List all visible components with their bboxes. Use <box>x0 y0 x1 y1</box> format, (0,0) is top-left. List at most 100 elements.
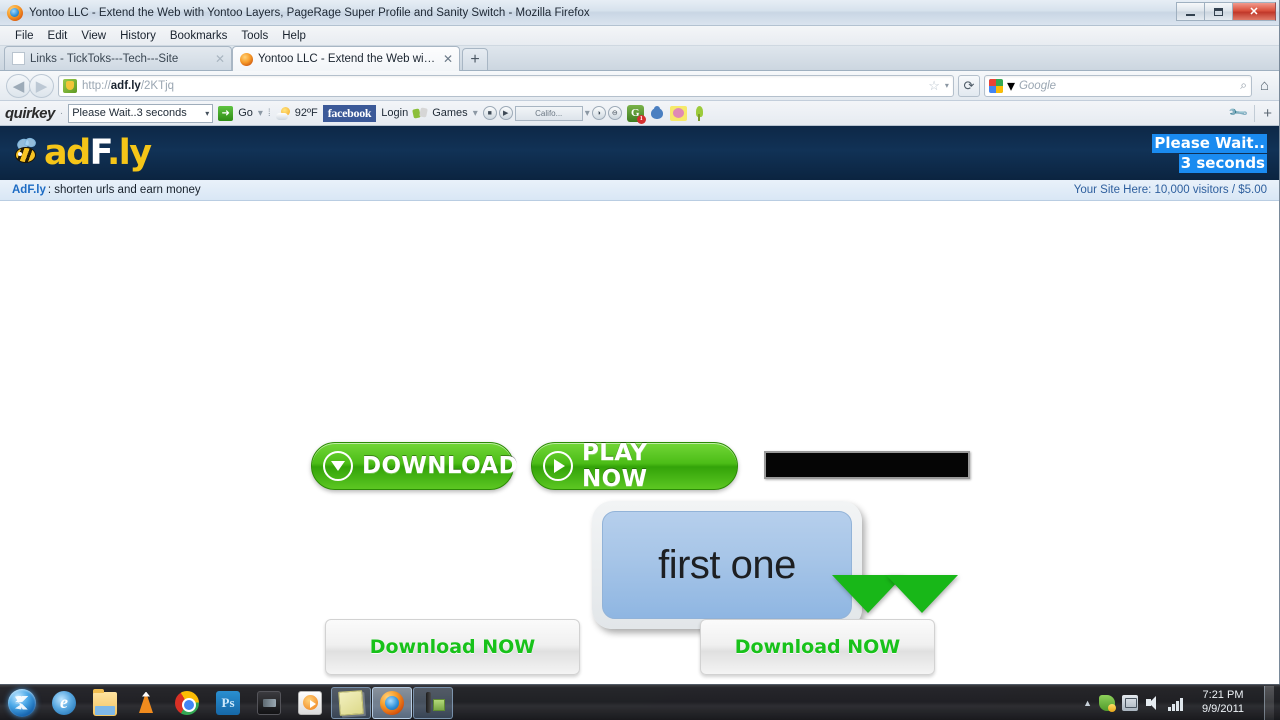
taskbar-item-internet-explorer[interactable]: e <box>44 687 84 719</box>
mute-icon[interactable]: ⊖ <box>607 106 622 120</box>
search-bar[interactable]: ▾ Google ⌕ <box>983 74 1252 97</box>
blank-ad-banner[interactable] <box>764 451 970 479</box>
page-icon <box>12 52 25 65</box>
tab-close-icon[interactable]: ✕ <box>443 52 453 66</box>
search-input[interactable]: Google <box>1019 80 1236 92</box>
close-button[interactable]: ✕ <box>1232 2 1276 21</box>
countdown-line-1: Please Wait.. <box>1152 134 1267 153</box>
address-bar[interactable]: http://adf.ly/2KTjq ☆ ▾ <box>58 74 954 97</box>
chevron-down-icon[interactable]: ▾ <box>258 108 263 119</box>
green-down-arrow-icon <box>886 575 958 631</box>
plant-icon[interactable] <box>692 105 706 121</box>
back-button[interactable]: ◀ <box>6 73 31 98</box>
adfly-header-bar: adF.ly Please Wait.. 3 seconds <box>0 126 1279 180</box>
reload-button[interactable]: ⟳ <box>957 74 980 97</box>
url-prefix: http:// <box>82 79 111 92</box>
adfly-advertise-link[interactable]: Your Site Here: 10,000 visitors / $5.00 <box>1074 184 1267 196</box>
chevron-down-icon[interactable]: ▾ <box>585 108 590 119</box>
chevron-down-icon[interactable]: ▾ <box>205 109 209 118</box>
menu-item-history[interactable]: History <box>113 29 163 43</box>
add-toolbar-item-icon[interactable]: + <box>1254 104 1272 122</box>
menu-item-help[interactable]: Help <box>275 29 313 43</box>
taskbar-window-firefox[interactable] <box>372 686 412 719</box>
browser-tab-links[interactable]: Links - TickToks---Tech---Site ✕ <box>4 46 232 70</box>
clock-date: 9/9/2011 <box>1201 702 1244 715</box>
volume-icon[interactable] <box>1145 695 1161 711</box>
games-button[interactable]: Games <box>432 107 467 119</box>
adfly-subbar-tagline: : shorten urls and earn money <box>47 184 201 196</box>
facebook-button[interactable]: facebook <box>322 104 377 122</box>
new-tab-button[interactable]: + <box>462 48 488 70</box>
google-icon[interactable] <box>988 78 1003 93</box>
minimize-button[interactable] <box>1176 2 1204 21</box>
clock-time: 7:21 PM <box>1202 688 1244 701</box>
photoshop-icon: Ps <box>216 690 240 715</box>
play-button[interactable]: ▶ <box>498 106 513 120</box>
taskbar-item-dark-app[interactable] <box>249 687 289 719</box>
signal-strength-icon[interactable] <box>1168 695 1184 711</box>
chevron-down-icon[interactable]: ▾ <box>473 108 478 119</box>
menu-item-edit[interactable]: Edit <box>41 29 75 43</box>
chevron-down-icon[interactable]: ▾ <box>945 81 949 90</box>
pig-icon[interactable] <box>669 105 687 121</box>
first-one-label: first one <box>658 542 796 587</box>
network-icon[interactable] <box>1122 694 1138 711</box>
play-arrow-icon <box>543 451 573 481</box>
chevron-down-icon[interactable]: ▾ <box>1007 76 1015 96</box>
action-center-icon[interactable] <box>1099 694 1116 712</box>
download-now-label: Download NOW <box>369 636 536 658</box>
go-arrow-icon[interactable]: ➜ <box>218 105 234 121</box>
forward-button[interactable]: ▶ <box>29 73 54 98</box>
login-button[interactable]: Login <box>381 107 408 119</box>
window-controls[interactable]: ✕ <box>1176 2 1276 21</box>
taskbar-item-windows-explorer[interactable] <box>85 687 125 719</box>
download-arrow-icon <box>323 451 353 481</box>
taskbar-window-tool-app[interactable] <box>413 686 453 719</box>
taskbar-window-sticky-notes[interactable] <box>331 686 371 719</box>
stop-button[interactable]: ■ <box>482 106 497 120</box>
quirkey-search-dropdown[interactable]: Please Wait..3 seconds ▾ <box>68 103 214 123</box>
download-now-plate[interactable]: Download NOW <box>325 619 580 675</box>
search-icon[interactable]: ⌕ <box>1240 78 1247 93</box>
radio-station-label[interactable]: Califo... <box>514 105 583 121</box>
adfly-logo[interactable]: adF.ly <box>10 135 152 171</box>
play-now-ad-button[interactable]: PLAY NOW <box>531 440 738 492</box>
go-button-label[interactable]: Go <box>238 107 253 119</box>
weather-temperature[interactable]: 92ºF <box>295 107 318 119</box>
restore-button[interactable] <box>1204 2 1232 21</box>
download-ad-button[interactable]: DOWNLOAD <box>311 442 518 490</box>
quirkey-logo[interactable]: quirkey <box>5 105 55 122</box>
home-button[interactable]: ⌂ <box>1256 77 1273 94</box>
wrench-icon[interactable]: 🔧 <box>1227 102 1250 125</box>
taskbar-item-media-player[interactable] <box>290 687 330 719</box>
site-identity-icon <box>63 78 77 93</box>
menu-item-bookmarks[interactable]: Bookmarks <box>163 29 235 43</box>
navigation-toolbar: ◀ ▶ http://adf.ly/2KTjq ☆ ▾ ⟳ ▾ Google ⌕… <box>0 71 1279 101</box>
radio-player-controls[interactable]: ■ ▶ Califo... ▾ ◑ ⊖ <box>482 105 622 121</box>
system-tray: ▲ 7:21 PM 9/9/2011 <box>1083 685 1280 720</box>
windows-taskbar: e Ps ▲ 7:21 PM 9/9/2011 <box>0 684 1280 720</box>
clock[interactable]: 7:21 PM 9/9/2011 <box>1191 689 1253 717</box>
tab-close-icon[interactable]: ✕ <box>215 52 225 66</box>
download-button-label: DOWNLOAD <box>362 453 519 479</box>
first-one-inner-panel: first one <box>602 511 852 619</box>
menu-item-file[interactable]: File <box>8 29 41 43</box>
menu-item-view[interactable]: View <box>74 29 113 43</box>
start-button[interactable] <box>0 686 44 720</box>
volume-icon[interactable]: ◑ <box>591 106 606 120</box>
taskbar-items: e Ps <box>44 686 453 719</box>
taskbar-item-photoshop[interactable]: Ps <box>208 687 248 719</box>
menu-item-tools[interactable]: Tools <box>234 29 275 43</box>
gmail-icon[interactable]: G1 <box>626 104 646 124</box>
show-hidden-icons-icon[interactable]: ▲ <box>1083 698 1092 708</box>
browser-tab-yontoo[interactable]: Yontoo LLC - Extend the Web with Yo... ✕ <box>232 46 460 71</box>
show-desktop-button[interactable] <box>1264 685 1274 720</box>
bug-icon[interactable] <box>649 106 665 120</box>
tab-label: Yontoo LLC - Extend the Web with Yo... <box>258 53 438 65</box>
weather-icon <box>275 106 290 120</box>
games-icon <box>413 107 427 120</box>
chrome-icon <box>175 690 199 715</box>
taskbar-item-chrome[interactable] <box>167 687 207 719</box>
bookmark-star-icon[interactable]: ☆ <box>928 78 940 94</box>
taskbar-item-vlc[interactable] <box>126 687 166 719</box>
